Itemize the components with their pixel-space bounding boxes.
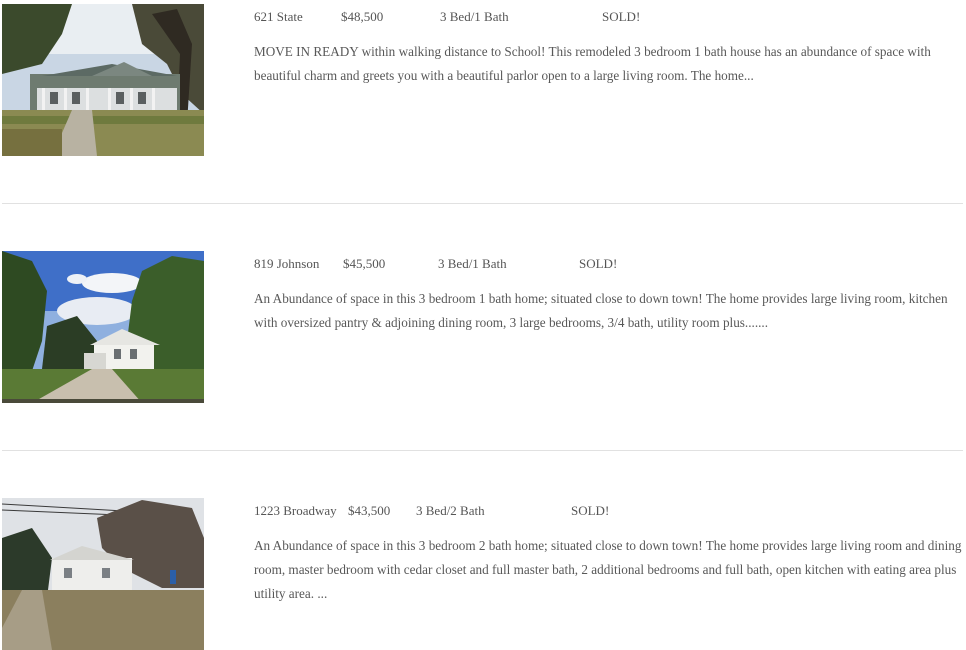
listing-address: 1223 Broadway	[254, 503, 337, 518]
listing-photo[interactable]	[2, 4, 204, 156]
listing-description: MOVE IN READY within walking distance to…	[254, 44, 931, 83]
listing-status: SOLD!	[579, 256, 618, 271]
listing-price: $48,500	[341, 9, 384, 24]
listing-description: An Abundance of space in this 3 bedroom …	[254, 538, 962, 601]
listing-beds-baths: 3 Bed/2 Bath	[416, 503, 485, 518]
listing-address: 621 State	[254, 9, 303, 24]
listing-divider	[2, 450, 963, 451]
listing-status: SOLD!	[571, 503, 610, 518]
listing-photo[interactable]	[2, 498, 204, 650]
listing-price: $45,500	[343, 256, 386, 271]
house-photo-icon	[2, 498, 204, 650]
house-photo-icon	[2, 251, 204, 403]
listing-beds-baths: 3 Bed/1 Bath	[440, 9, 509, 24]
listing-price: $43,500	[348, 503, 391, 518]
listing-status: SOLD!	[602, 9, 641, 24]
house-photo-icon	[2, 4, 204, 156]
listing-beds-baths: 3 Bed/1 Bath	[438, 256, 507, 271]
listing-photo[interactable]	[2, 251, 204, 403]
listing-description: An Abundance of space in this 3 bedroom …	[254, 291, 948, 330]
listing-divider	[2, 203, 963, 204]
listing-address: 819 Johnson	[254, 256, 320, 271]
